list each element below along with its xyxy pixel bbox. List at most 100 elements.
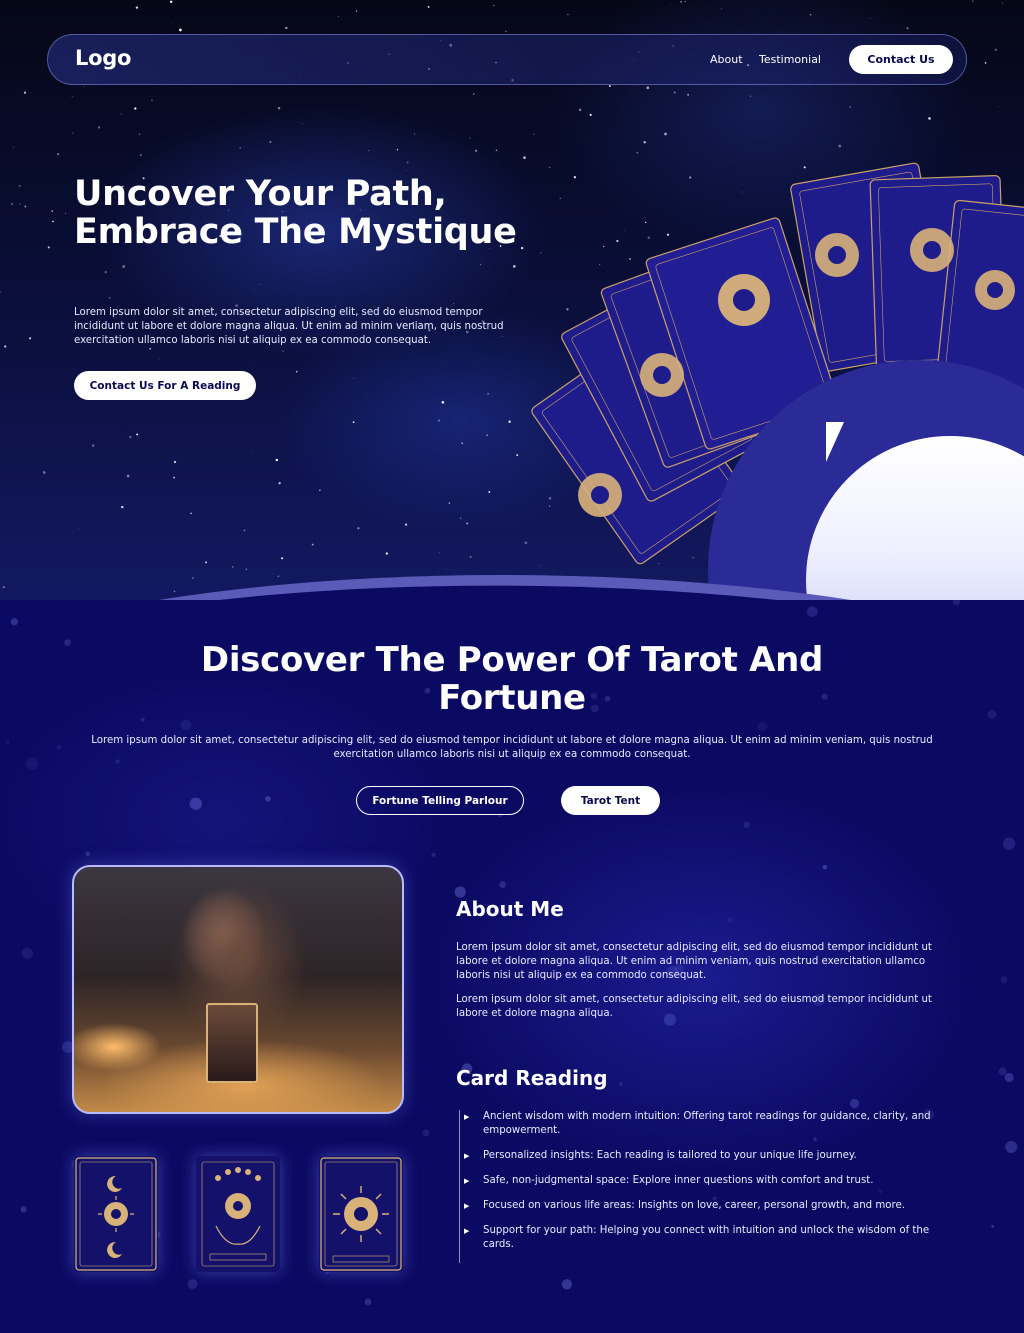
star xyxy=(319,489,321,492)
star xyxy=(65,212,67,214)
hero-section: Logo About Testimonial Contact Us Uncove… xyxy=(0,0,1024,640)
star xyxy=(52,220,54,223)
star xyxy=(355,10,358,12)
star xyxy=(809,13,812,16)
star xyxy=(139,153,142,157)
star xyxy=(302,122,304,124)
sparkle xyxy=(987,710,997,719)
discover-description: Lorem ipsum dolor sit amet, consectetur … xyxy=(91,735,933,760)
star xyxy=(24,205,27,208)
star xyxy=(636,151,639,154)
star xyxy=(173,460,177,464)
fortune-telling-parlour-button[interactable]: Fortune Telling Parlour xyxy=(356,786,524,815)
hero-title: Uncover Your Path, Embrace The Mystique xyxy=(74,174,517,252)
star xyxy=(405,523,408,526)
star xyxy=(23,91,27,94)
tarot-reader-photo xyxy=(72,865,404,1114)
about-paragraph-1: Lorem ipsum dolor sit amet, consectetur … xyxy=(456,942,932,981)
star xyxy=(984,62,987,64)
star xyxy=(646,86,650,90)
star xyxy=(994,48,998,52)
star xyxy=(396,149,399,151)
star xyxy=(427,5,430,8)
star xyxy=(357,527,360,530)
star xyxy=(479,263,482,266)
star xyxy=(673,91,676,94)
tarot-card-hands-sun xyxy=(196,1156,280,1272)
about-paragraph-2: Lorem ipsum dolor sit amet, consectetur … xyxy=(456,994,932,1019)
sparkle xyxy=(431,852,436,857)
tarot-tent-button[interactable]: Tarot Tent xyxy=(561,786,660,815)
star xyxy=(29,337,32,340)
star xyxy=(104,270,107,274)
star xyxy=(567,13,569,16)
top-navigation: Logo About Testimonial Contact Us xyxy=(47,34,967,85)
star xyxy=(928,117,931,120)
sparkle xyxy=(849,1098,860,1109)
star xyxy=(269,140,272,144)
star xyxy=(190,512,192,515)
star xyxy=(172,22,174,23)
sparkle xyxy=(187,1279,198,1290)
star xyxy=(589,113,592,116)
sparkle xyxy=(757,721,768,732)
sparkle xyxy=(727,917,734,923)
star xyxy=(486,434,488,436)
star xyxy=(108,297,111,299)
list-item: ▶ Focused on various life areas: Insights… xyxy=(460,1199,939,1213)
sparkle xyxy=(1004,1072,1014,1083)
star xyxy=(578,108,582,112)
star xyxy=(352,377,354,379)
star xyxy=(533,133,535,135)
star xyxy=(469,137,471,139)
sparkle xyxy=(1005,1140,1018,1154)
crystal-ball-highlight xyxy=(826,422,862,462)
star xyxy=(138,133,141,136)
nav-link-testimonial[interactable]: Testimonial xyxy=(759,53,821,66)
star xyxy=(634,85,635,86)
star xyxy=(608,84,611,88)
star xyxy=(406,161,409,164)
star xyxy=(19,203,21,205)
star xyxy=(47,246,50,249)
logo[interactable]: Logo xyxy=(75,46,131,70)
sparkle xyxy=(364,1298,372,1306)
nav-link-about[interactable]: About xyxy=(710,53,743,66)
star xyxy=(472,93,475,95)
star xyxy=(749,95,751,97)
sparkle xyxy=(561,1279,573,1290)
contact-us-button[interactable]: Contact Us xyxy=(849,45,953,74)
list-item-text: Safe, non-judgmental space: Explore inne… xyxy=(483,1175,874,1186)
star xyxy=(972,0,974,2)
star xyxy=(71,96,73,98)
sparkle xyxy=(618,1081,623,1087)
star xyxy=(122,265,126,268)
star xyxy=(997,106,999,108)
tarot-card-sun-eye xyxy=(319,1156,403,1272)
star xyxy=(0,291,1,294)
star xyxy=(338,16,339,17)
sparkle xyxy=(952,600,961,606)
star xyxy=(493,5,495,7)
star xyxy=(720,8,722,10)
star xyxy=(459,517,462,520)
star xyxy=(136,433,139,436)
arrow-icon: ▶ xyxy=(464,1113,470,1121)
list-item-text: Personalized insights: Each reading is t… xyxy=(483,1150,857,1161)
star xyxy=(243,529,246,532)
star xyxy=(239,147,241,149)
star xyxy=(126,474,130,478)
sparkle xyxy=(56,744,61,750)
list-item: ▶ Personalized insights: Each reading is … xyxy=(460,1149,939,1163)
star xyxy=(505,30,507,32)
star xyxy=(253,289,255,291)
photo-tarot-card xyxy=(206,1003,258,1083)
star xyxy=(121,505,124,509)
star xyxy=(461,442,463,444)
contact-for-reading-button[interactable]: Contact Us For A Reading xyxy=(74,371,256,400)
star xyxy=(643,141,646,144)
hero-description: Lorem ipsum dolor sit amet, consectetur … xyxy=(74,307,504,346)
tarot-card-moon-sun xyxy=(74,1156,158,1272)
star xyxy=(277,106,281,110)
sparkle xyxy=(189,797,202,810)
